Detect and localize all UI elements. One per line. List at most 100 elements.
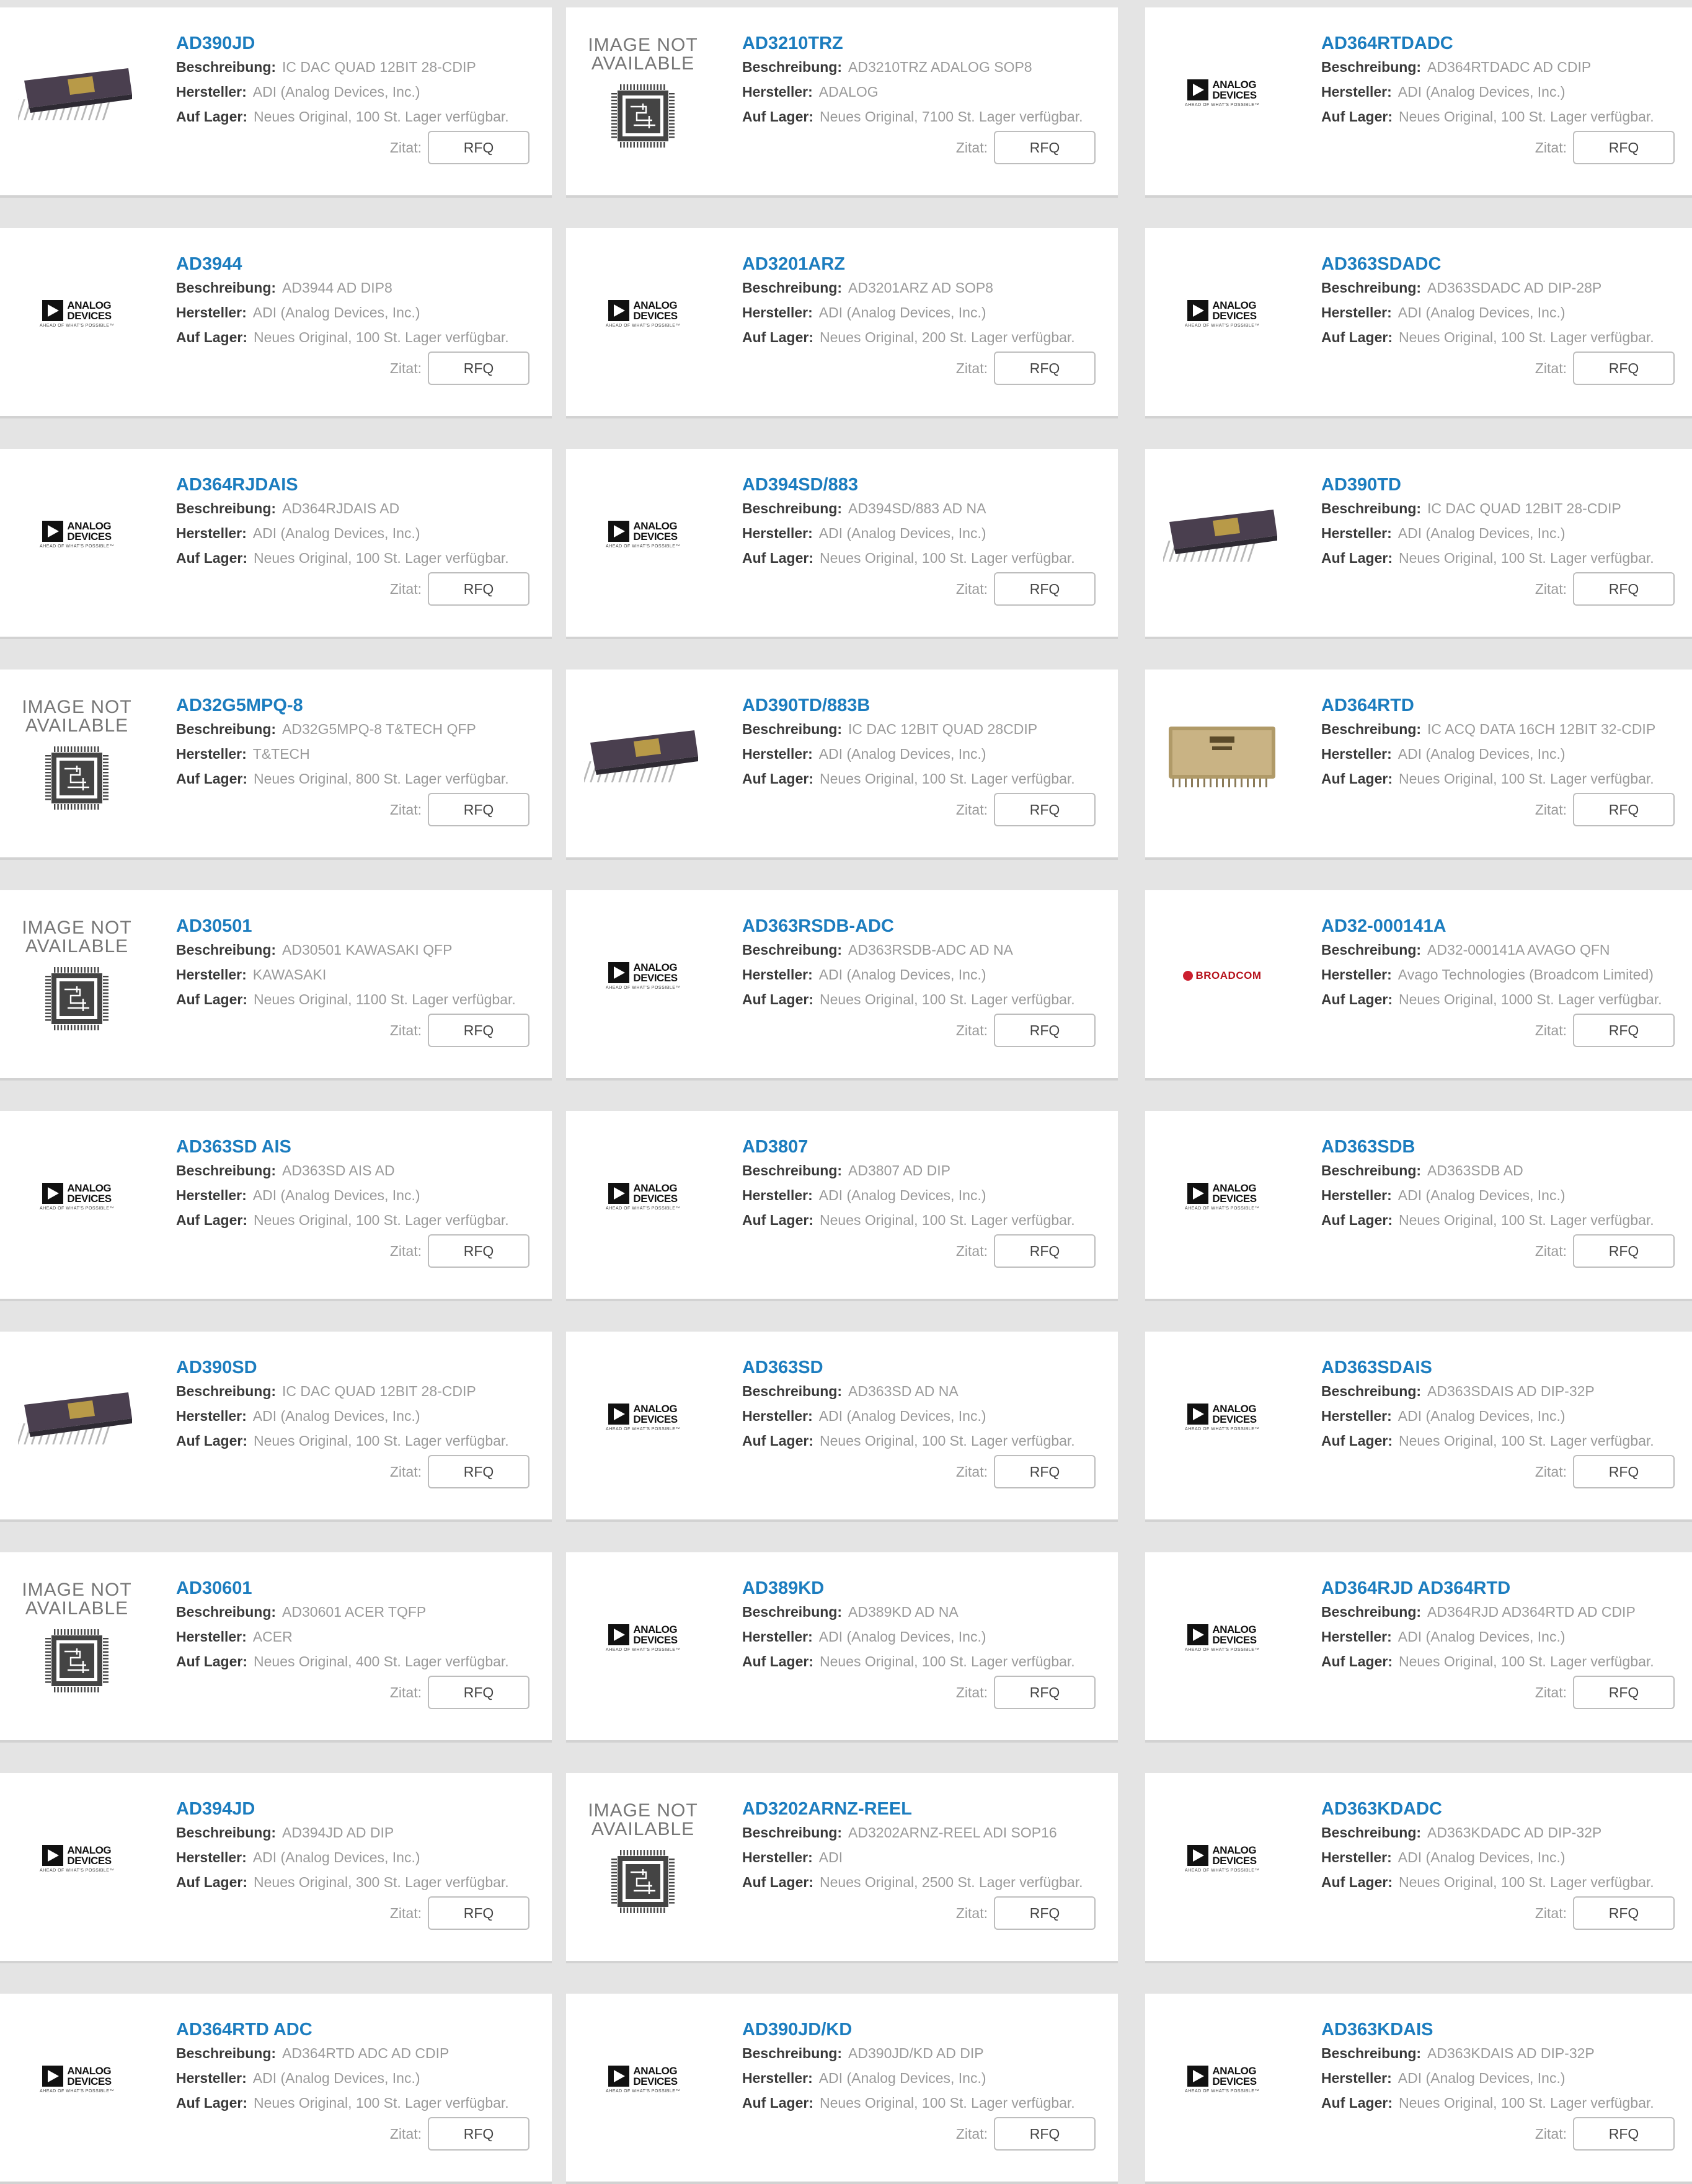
rfq-button[interactable]: RFQ <box>1573 793 1675 826</box>
product-part-number-link[interactable]: AD364RTD <box>1321 696 1414 715</box>
rfq-button[interactable]: RFQ <box>994 131 1096 164</box>
analog-devices-wordmark: ANALOGDEVICES <box>1212 300 1256 321</box>
product-part-number-link[interactable]: AD394SD/883 <box>742 475 858 495</box>
product-part-number-link[interactable]: AD364RTDADC <box>1321 33 1453 53</box>
field-value: Neues Original, 100 St. Lager verfügbar. <box>1399 1874 1654 1890</box>
logo-line: ANALOG <box>67 1845 111 1855</box>
field-label: Auf Lager: <box>1321 1433 1393 1449</box>
rfq-button[interactable]: RFQ <box>428 351 529 385</box>
product-manufacturer: Hersteller:ADI (Analog Devices, Inc.) <box>742 300 1105 325</box>
field-value: AD363SDAIS AD DIP-32P <box>1427 1383 1595 1399</box>
field-label: Beschreibung: <box>742 280 842 296</box>
product-info: AD364RJD AD364RTDBeschreibung:AD364RJD A… <box>1321 1577 1685 1674</box>
product-part-number-link[interactable]: AD363SDADC <box>1321 254 1441 274</box>
logo-tagline: AHEAD OF WHAT'S POSSIBLE™ <box>40 324 114 328</box>
rfq-button[interactable]: RFQ <box>994 1676 1096 1709</box>
rfq-button[interactable]: RFQ <box>994 351 1096 385</box>
product-part-number-link[interactable]: AD3210TRZ <box>742 33 843 53</box>
product-stock: Auf Lager:Neues Original, 100 St. Lager … <box>176 546 539 570</box>
product-part-number-link[interactable]: AD390JD/KD <box>742 2020 852 2040</box>
field-value: ADALOG <box>819 84 879 100</box>
product-image: ANALOGDEVICESAHEAD OF WHAT'S POSSIBLE™ <box>10 472 144 596</box>
product-part-number-link[interactable]: AD3944 <box>176 254 242 274</box>
rfq-button[interactable]: RFQ <box>428 1234 529 1268</box>
field-value: AD394SD/883 AD NA <box>848 500 986 516</box>
product-part-number-link[interactable]: AD363KDAIS <box>1321 2020 1433 2040</box>
rfq-button[interactable]: RFQ <box>1573 2117 1675 2151</box>
product-stock: Auf Lager:Neues Original, 200 St. Lager … <box>742 325 1105 350</box>
rfq-button[interactable]: RFQ <box>994 1234 1096 1268</box>
quote-label: Zitat: <box>956 1684 988 1701</box>
logo-tagline: AHEAD OF WHAT'S POSSIBLE™ <box>1185 1648 1259 1652</box>
product-part-number-link[interactable]: AD363SDAIS <box>1321 1358 1432 1377</box>
product-part-number-link[interactable]: AD364RJD AD364RTD <box>1321 1578 1510 1598</box>
product-part-number-link[interactable]: AD364RJDAIS <box>176 475 298 495</box>
product-info: AD3944Beschreibung:AD3944 AD DIP8Herstel… <box>176 253 539 350</box>
product-part-number-link[interactable]: AD32-000141A <box>1321 916 1446 936</box>
field-label: Beschreibung: <box>1321 1824 1421 1841</box>
quote-area: Zitat:RFQ <box>390 351 529 385</box>
rfq-button[interactable]: RFQ <box>994 1896 1096 1930</box>
field-label: Beschreibung: <box>176 942 276 958</box>
product-part-number-link[interactable]: AD3807 <box>742 1137 808 1157</box>
rfq-button[interactable]: RFQ <box>994 572 1096 606</box>
product-part-number-link[interactable]: AD30601 <box>176 1578 252 1598</box>
product-part-number-link[interactable]: AD390TD <box>1321 475 1401 495</box>
rfq-button[interactable]: RFQ <box>1573 1455 1675 1488</box>
rfq-button[interactable]: RFQ <box>428 1014 529 1047</box>
product-info: AD390SDBeschreibung:IC DAC QUAD 12BIT 28… <box>176 1356 539 1453</box>
rfq-button[interactable]: RFQ <box>994 1014 1096 1047</box>
product-description: Beschreibung:AD363SDAIS AD DIP-32P <box>1321 1379 1685 1404</box>
placeholder-text: AVAILABLE <box>25 1599 128 1618</box>
rfq-button[interactable]: RFQ <box>994 793 1096 826</box>
product-part-number-link[interactable]: AD363KDADC <box>1321 1799 1442 1819</box>
rfq-button[interactable]: RFQ <box>1573 351 1675 385</box>
product-part-number-link[interactable]: AD390JD <box>176 33 255 53</box>
product-part-number-link[interactable]: AD3201ARZ <box>742 254 845 274</box>
placeholder-text: IMAGE NOT <box>588 1802 698 1820</box>
logo-tagline: AHEAD OF WHAT'S POSSIBLE™ <box>1185 324 1259 328</box>
product-manufacturer: Hersteller:ADI (Analog Devices, Inc.) <box>742 521 1105 546</box>
product-info: AD363SDBeschreibung:AD363SD AD NAHerstel… <box>742 1356 1105 1453</box>
rfq-button[interactable]: RFQ <box>1573 1014 1675 1047</box>
rfq-button[interactable]: RFQ <box>994 2117 1096 2151</box>
field-value: T&TECH <box>253 746 310 762</box>
product-part-number-link[interactable]: AD363SD AIS <box>176 1137 291 1157</box>
rfq-button[interactable]: RFQ <box>1573 1676 1675 1709</box>
rfq-button[interactable]: RFQ <box>1573 1896 1675 1930</box>
rfq-button[interactable]: RFQ <box>428 131 529 164</box>
product-image: ANALOGDEVICESAHEAD OF WHAT'S POSSIBLE™ <box>576 252 710 376</box>
analog-devices-logo: ANALOGDEVICESAHEAD OF WHAT'S POSSIBLE™ <box>606 1624 680 1652</box>
product-part-number-link[interactable]: AD32G5MPQ-8 <box>176 696 303 715</box>
quote-area: Zitat:RFQ <box>390 1014 529 1047</box>
field-label: Hersteller: <box>1321 525 1392 541</box>
product-part-number-link[interactable]: AD390TD/883B <box>742 696 870 715</box>
field-label: Auf Lager: <box>176 108 247 125</box>
product-part-number-link[interactable]: AD390SD <box>176 1358 257 1377</box>
product-part-number-link[interactable]: AD363SD <box>742 1358 823 1377</box>
product-part-number-link[interactable]: AD363RSDB-ADC <box>742 916 894 936</box>
field-value: Neues Original, 100 St. Lager verfügbar. <box>1399 1653 1654 1669</box>
rfq-button[interactable]: RFQ <box>994 1455 1096 1488</box>
field-label: Auf Lager: <box>176 1874 247 1890</box>
analog-devices-triangle-icon <box>608 1624 629 1645</box>
rfq-button[interactable]: RFQ <box>1573 572 1675 606</box>
rfq-button[interactable]: RFQ <box>428 572 529 606</box>
product-part-number-link[interactable]: AD30501 <box>176 916 252 936</box>
product-part-number-link[interactable]: AD364RTD ADC <box>176 2020 312 2040</box>
rfq-button[interactable]: RFQ <box>1573 1234 1675 1268</box>
field-value: ADI (Analog Devices, Inc.) <box>819 746 986 762</box>
rfq-button[interactable]: RFQ <box>428 2117 529 2151</box>
rfq-button[interactable]: RFQ <box>428 1896 529 1930</box>
product-part-number-link[interactable]: AD363SDB <box>1321 1137 1415 1157</box>
rfq-button[interactable]: RFQ <box>428 1676 529 1709</box>
product-part-number-link[interactable]: AD3202ARNZ-REEL <box>742 1799 912 1819</box>
dip-chip-image <box>18 56 136 130</box>
rfq-button[interactable]: RFQ <box>428 1455 529 1488</box>
product-card: ANALOGDEVICESAHEAD OF WHAT'S POSSIBLE™AD… <box>566 1111 1118 1301</box>
field-label: Auf Lager: <box>1321 1212 1393 1228</box>
rfq-button[interactable]: RFQ <box>428 793 529 826</box>
product-part-number-link[interactable]: AD394JD <box>176 1799 255 1819</box>
product-part-number-link[interactable]: AD389KD <box>742 1578 824 1598</box>
rfq-button[interactable]: RFQ <box>1573 131 1675 164</box>
